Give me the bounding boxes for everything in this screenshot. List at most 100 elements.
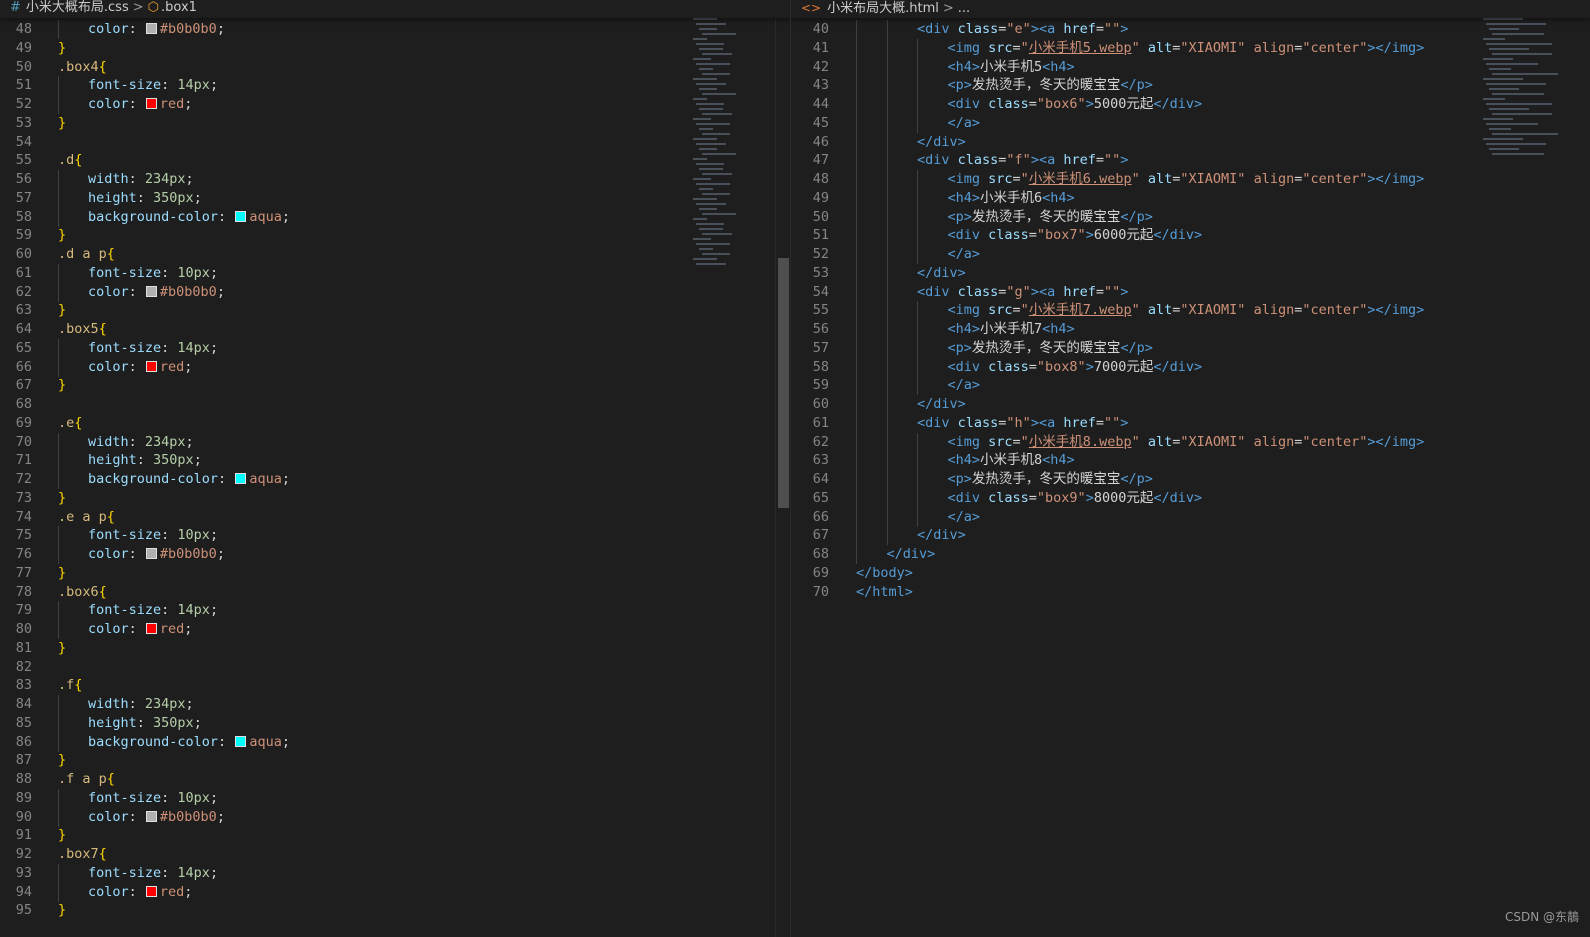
code-line[interactable]: 43 <p>发热烫手，冬天的暖宝宝</p>: [791, 76, 1590, 95]
code-line[interactable]: 50 <p>发热烫手，冬天的暖宝宝</p>: [791, 208, 1590, 227]
code-line[interactable]: 88 .f a p{: [0, 770, 790, 789]
code-line[interactable]: 68 </div>: [791, 545, 1590, 564]
code-line[interactable]: 64 .box5{: [0, 320, 790, 339]
vertical-scrollbar[interactable]: [775, 18, 790, 937]
code-line[interactable]: 65 font-size: 14px;: [0, 339, 790, 358]
code-line[interactable]: 79 font-size: 14px;: [0, 601, 790, 620]
code-line[interactable]: 70 width: 234px;: [0, 433, 790, 452]
code-line[interactable]: 58 <div class="box8">7000元起</div>: [791, 358, 1590, 377]
code-line[interactable]: 77}: [0, 564, 790, 583]
code-line[interactable]: 93 font-size: 14px;: [0, 864, 790, 883]
code-line[interactable]: 61 <div class="h"><a href="">: [791, 414, 1590, 433]
code-line[interactable]: 53}: [0, 114, 790, 133]
code-line[interactable]: 49}: [0, 39, 790, 58]
code-line[interactable]: 90 color: #b0b0b0;: [0, 808, 790, 827]
code-line[interactable]: 76 color: #b0b0b0;: [0, 545, 790, 564]
color-swatch[interactable]: [145, 285, 157, 297]
code-line[interactable]: 51 <div class="box7">6000元起</div>: [791, 226, 1590, 245]
code-line[interactable]: 55 <img src="小米手机7.webp" alt="XIAOMI" ali…: [791, 301, 1590, 320]
color-swatch[interactable]: [235, 735, 247, 747]
code-line[interactable]: 50 .box4{: [0, 58, 790, 77]
code-line[interactable]: 48 <img src="小米手机6.webp" alt="XIAOMI" ali…: [791, 170, 1590, 189]
color-swatch[interactable]: [145, 885, 157, 897]
code-line[interactable]: 54 <div class="g"><a href="">: [791, 283, 1590, 302]
color-swatch[interactable]: [145, 810, 157, 822]
code-line[interactable]: 68: [0, 395, 790, 414]
code-line[interactable]: 78 .box6{: [0, 583, 790, 602]
code-line[interactable]: 62 color: #b0b0b0;: [0, 283, 790, 302]
color-swatch[interactable]: [145, 623, 157, 634]
code-line[interactable]: 65 <div class="box9">8000元起</div>: [791, 489, 1590, 508]
code-line[interactable]: 92 .box7{: [0, 845, 790, 864]
code-line[interactable]: 87}: [0, 751, 790, 770]
css-editor-pane[interactable]: # 小米大概布局.css > ⬡ .box1 48 color: #b0b0b0; 49} 5…: [0, 0, 790, 937]
code-line[interactable]: 95}: [0, 901, 790, 920]
code-line[interactable]: 69 .e{: [0, 414, 790, 433]
code-line[interactable]: 52 </a>: [791, 245, 1590, 264]
code-line[interactable]: 52 color: red;: [0, 95, 790, 114]
code-line[interactable]: 81}: [0, 639, 790, 658]
code-line[interactable]: 46 </div>: [791, 133, 1590, 152]
code-line[interactable]: 82: [0, 658, 790, 677]
code-line[interactable]: 67 </div>: [791, 526, 1590, 545]
breadcrumb-symbol[interactable]: ...: [958, 1, 970, 16]
code-line[interactable]: 59 </a>: [791, 376, 1590, 395]
code-line[interactable]: 73}: [0, 489, 790, 508]
code-line[interactable]: 60 </div>: [791, 395, 1590, 414]
breadcrumb-file[interactable]: 小米布局大概.html: [827, 1, 939, 16]
code-line[interactable]: 45 </a>: [791, 114, 1590, 133]
code-line[interactable]: 49 <h4>小米手机6<h4>: [791, 189, 1590, 208]
code-line[interactable]: 59}: [0, 226, 790, 245]
code-line[interactable]: 48 color: #b0b0b0;: [0, 20, 790, 39]
color-swatch[interactable]: [235, 473, 247, 484]
code-line[interactable]: 69 </body>: [791, 564, 1590, 583]
code-line[interactable]: 58 background-color: aqua;: [0, 208, 790, 227]
breadcrumb-symbol[interactable]: .box1: [161, 0, 197, 15]
color-swatch[interactable]: [145, 360, 157, 372]
color-swatch[interactable]: [145, 23, 157, 34]
color-swatch[interactable]: [145, 98, 157, 109]
code-line[interactable]: 71 height: 350px;: [0, 451, 790, 470]
code-line[interactable]: 85 height: 350px;: [0, 714, 790, 733]
code-line[interactable]: 62 <img src="小米手机8.webp" alt="XIAOMI" ali…: [791, 433, 1590, 452]
code-line[interactable]: 53 </div>: [791, 264, 1590, 283]
code-line[interactable]: 60 .d a p{: [0, 245, 790, 264]
code-line[interactable]: 57 <p>发热烫手，冬天的暖宝宝</p>: [791, 339, 1590, 358]
code-line[interactable]: 56 <h4>小米手机7<h4>: [791, 320, 1590, 339]
code-line[interactable]: 72 background-color: aqua;: [0, 470, 790, 489]
code-line[interactable]: 63}: [0, 301, 790, 320]
color-swatch[interactable]: [145, 548, 157, 559]
code-line[interactable]: 83 .f{: [0, 676, 790, 695]
code-line[interactable]: 66 color: red;: [0, 358, 790, 377]
minimap[interactable]: [693, 18, 753, 268]
code-line[interactable]: 51 font-size: 14px;: [0, 76, 790, 95]
code-line[interactable]: 40 <div class="e"><a href="">: [791, 20, 1590, 39]
scrollbar-thumb[interactable]: [778, 258, 789, 508]
code-line[interactable]: 54: [0, 133, 790, 152]
code-line[interactable]: 66 </a>: [791, 508, 1590, 527]
code-line[interactable]: 61 font-size: 10px;: [0, 264, 790, 283]
color-swatch[interactable]: [235, 210, 247, 222]
code-line[interactable]: 75 font-size: 10px;: [0, 526, 790, 545]
code-line[interactable]: 41 <img src="小米手机5.webp" alt="XIAOMI" ali…: [791, 39, 1590, 58]
code-line[interactable]: 63 <h4>小米手机8<h4>: [791, 451, 1590, 470]
code-line[interactable]: 86 background-color: aqua;: [0, 733, 790, 752]
code-line[interactable]: 70 </html>: [791, 583, 1590, 602]
code-line[interactable]: 94 color: red;: [0, 883, 790, 902]
code-line[interactable]: 56 width: 234px;: [0, 170, 790, 189]
code-line[interactable]: 89 font-size: 10px;: [0, 789, 790, 808]
code-line[interactable]: 55 .d{: [0, 151, 790, 170]
code-line[interactable]: 44 <div class="box6">5000元起</div>: [791, 95, 1590, 114]
code-line[interactable]: 57 height: 350px;: [0, 189, 790, 208]
code-line[interactable]: 91}: [0, 826, 790, 845]
minimap[interactable]: [1483, 18, 1563, 158]
code-line[interactable]: 67}: [0, 376, 790, 395]
code-line[interactable]: 80 color: red;: [0, 620, 790, 639]
code-line[interactable]: 74 .e a p{: [0, 508, 790, 527]
code-line[interactable]: 64 <p>发热烫手，冬天的暖宝宝</p>: [791, 470, 1590, 489]
code-line[interactable]: 47 <div class="f"><a href="">: [791, 151, 1590, 170]
code-line[interactable]: 42 <h4>小米手机5<h4>: [791, 58, 1590, 77]
breadcrumb-file[interactable]: 小米大概布局.css: [26, 0, 129, 15]
html-editor-pane[interactable]: <> 小米布局大概.html >... 40 <div class="e"><a hr…: [790, 0, 1590, 937]
code-line[interactable]: 84 width: 234px;: [0, 695, 790, 714]
